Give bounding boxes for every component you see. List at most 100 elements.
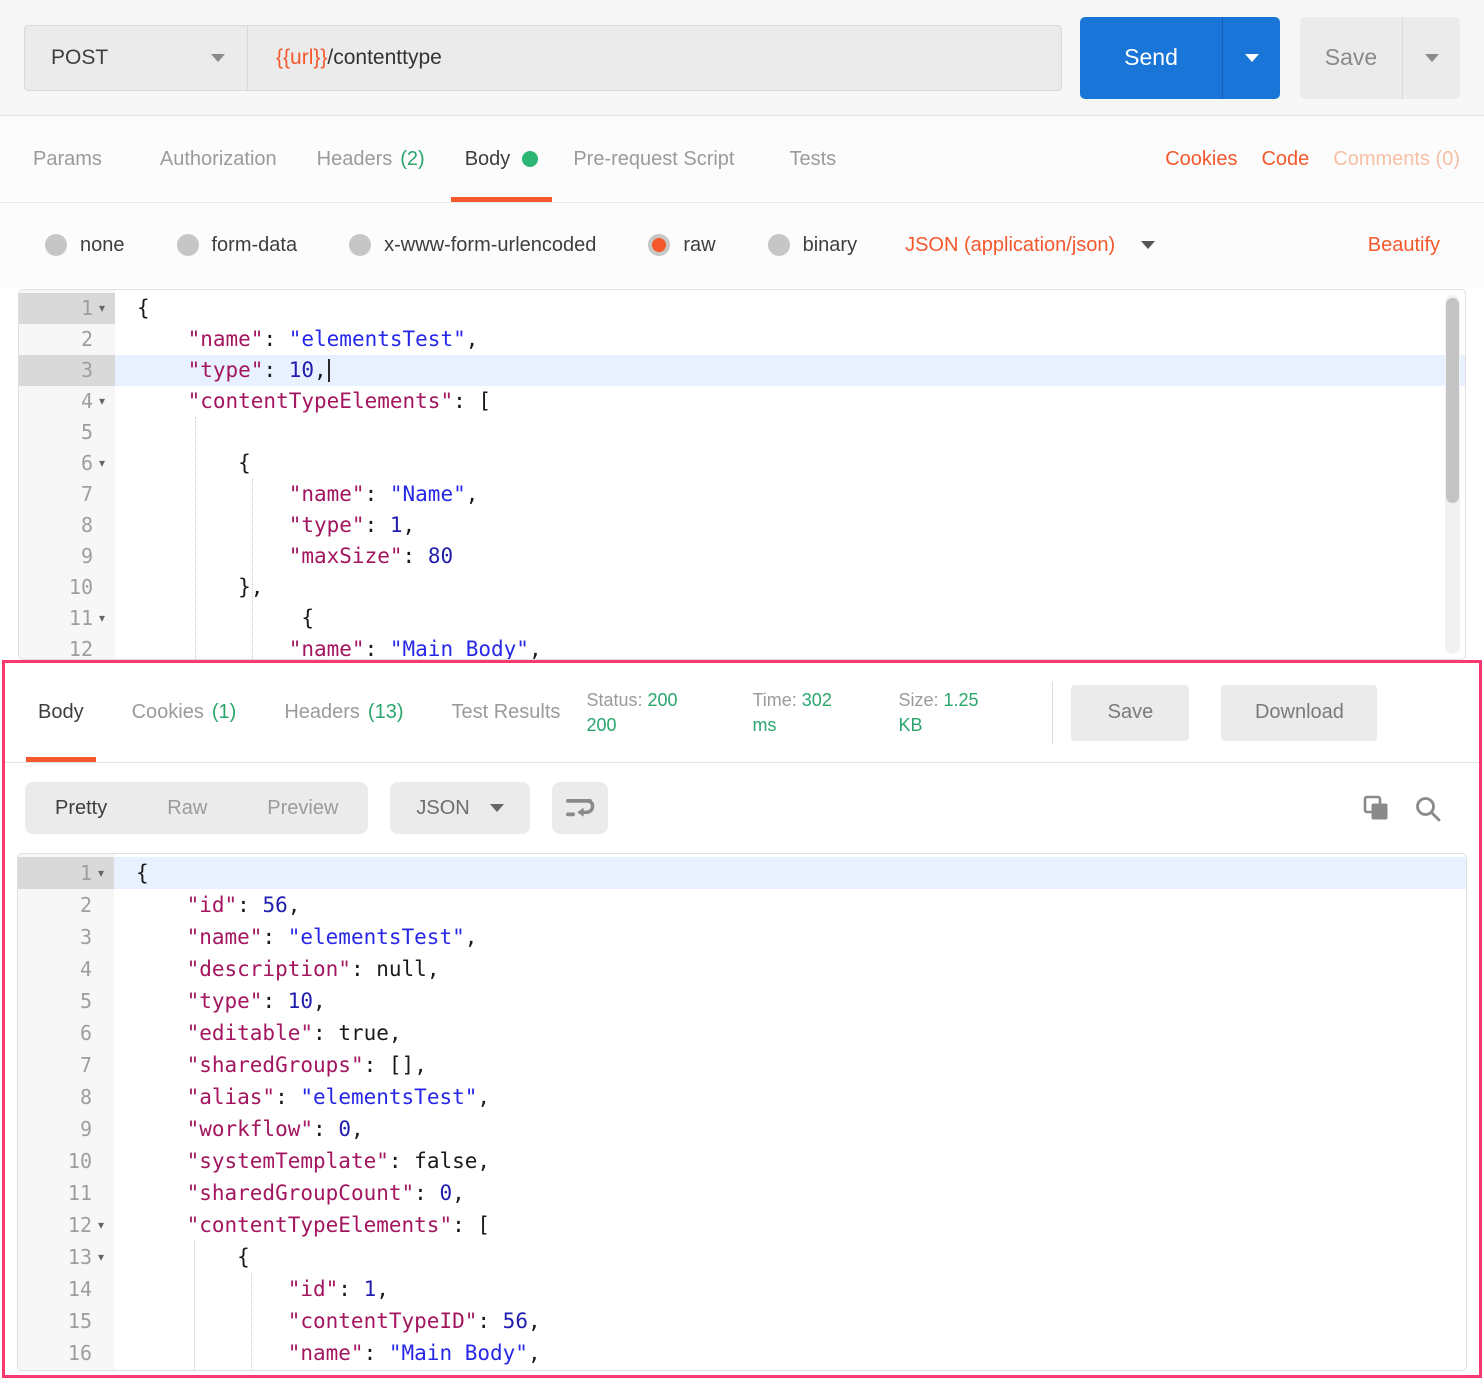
gutter-line-4[interactable]: 4 ▾ [19, 386, 115, 417]
tab-headers[interactable]: Headers (2) [317, 116, 425, 202]
save-request-button[interactable]: Save [1300, 16, 1460, 99]
radio-label: form-data [211, 233, 298, 256]
cookies-link[interactable]: Cookies [1165, 148, 1237, 171]
view-preview[interactable]: Preview [237, 797, 368, 820]
wrap-lines-button[interactable] [551, 782, 608, 834]
gutter-line-13[interactable]: 13 ▾ [18, 1241, 114, 1273]
save-response-button[interactable]: Save [1071, 684, 1190, 741]
request-body-editor[interactable]: 1 ▾ 2 3 4 ▾ 5 6 ▾ 7 8 9 10 11 ▾ 12 { "name": "elementsT… [18, 289, 1466, 660]
format-label: JSON [416, 796, 470, 819]
response-view-toolbar: Pretty Raw Preview JSON [5, 763, 1479, 853]
line-number: 10 [67, 1149, 92, 1173]
code-line-15[interactable]: "contentTypeID": 56, [114, 1305, 1466, 1337]
code-line-11[interactable]: "sharedGroupCount": 0, [114, 1177, 1466, 1209]
body-type-bar: none form-data x-www-form-urlencoded raw… [0, 203, 1484, 287]
code-link[interactable]: Code [1261, 148, 1309, 171]
code-line-2[interactable]: "name": "elementsTest", [115, 324, 1465, 355]
line-number: 7 [79, 1053, 92, 1077]
line-number: 9 [79, 1117, 92, 1141]
gutter-line-6[interactable]: 6 ▾ [19, 448, 115, 479]
code-line-8[interactable]: "alias": "elementsTest", [114, 1081, 1466, 1113]
gutter-line-3: 3 [18, 921, 114, 953]
code-line-4[interactable]: "contentTypeElements": [ [115, 386, 1465, 417]
code-line-5[interactable]: "type": 10, [114, 985, 1466, 1017]
code-line-1[interactable]: { [115, 293, 1465, 324]
send-options-button[interactable] [1222, 16, 1280, 99]
tab-label: Cookies [131, 701, 204, 723]
code-line-3[interactable]: "type": 10, [115, 355, 1465, 386]
code-line-11[interactable]: { [115, 603, 1465, 634]
tab-params[interactable]: Params [33, 116, 102, 202]
radio-none[interactable]: none [45, 234, 125, 257]
line-number: 14 [67, 1277, 92, 1301]
gutter-line-1[interactable]: 1 ▾ [18, 857, 114, 889]
response-tab-headers[interactable]: Headers (13) [284, 663, 403, 762]
scrollbar-thumb[interactable] [1446, 298, 1459, 503]
download-response-button[interactable]: Download [1221, 684, 1378, 741]
response-editor-code[interactable]: { "id": 56, "name": "elementsTest", "des… [114, 854, 1466, 1370]
fold-arrow-icon[interactable]: ▾ [93, 293, 111, 324]
save-options-button[interactable] [1402, 16, 1460, 99]
tab-pre-request-script[interactable]: Pre-request Script [573, 116, 734, 202]
response-tab-test-results[interactable]: Test Results [452, 663, 561, 762]
tab-body[interactable]: Body [450, 116, 552, 202]
code-line-7[interactable]: "name": "Name", [115, 479, 1465, 510]
code-line-1[interactable]: { [114, 857, 1466, 889]
radio-x-www-form-urlencoded[interactable]: x-www-form-urlencoded [349, 234, 596, 257]
code-line-9[interactable]: "maxSize": 80 [115, 541, 1465, 572]
method-select[interactable]: POST [24, 24, 248, 91]
fold-arrow-icon[interactable]: ▾ [93, 603, 111, 634]
code-line-3[interactable]: "name": "elementsTest", [114, 921, 1466, 953]
tab-authorization[interactable]: Authorization [160, 116, 277, 202]
code-line-9[interactable]: "workflow": 0, [114, 1113, 1466, 1145]
view-pretty[interactable]: Pretty [25, 797, 137, 820]
radio-label: binary [802, 233, 858, 256]
code-line-10[interactable]: }, [115, 572, 1465, 603]
tab-count: (2) [400, 147, 425, 170]
code-line-6[interactable]: { [115, 448, 1465, 479]
code-line-12[interactable]: "contentTypeElements": [ [114, 1209, 1466, 1241]
search-button[interactable] [1414, 795, 1441, 822]
fold-arrow-icon[interactable]: ▾ [93, 448, 111, 479]
response-tab-body[interactable]: Body [26, 663, 96, 762]
code-line-6[interactable]: "editable": true, [114, 1017, 1466, 1049]
copy-button[interactable] [1363, 795, 1390, 822]
gutter-line-11[interactable]: 11 ▾ [19, 603, 115, 634]
send-button[interactable]: Send [1080, 16, 1280, 99]
code-line-7[interactable]: "sharedGroups": [], [114, 1049, 1466, 1081]
request-editor-code[interactable]: { "name": "elementsTest", "type": 10, "c… [115, 290, 1465, 659]
content-type-select[interactable]: JSON (application/json) [905, 234, 1156, 257]
view-raw[interactable]: Raw [137, 797, 237, 820]
radio-raw[interactable]: raw [648, 234, 716, 257]
line-number: 5 [80, 420, 93, 444]
line-number: 6 [80, 451, 93, 475]
radio-binary[interactable]: binary [767, 233, 858, 257]
code-line-16[interactable]: "name": "Main Body", [114, 1337, 1466, 1369]
response-format-select[interactable]: JSON [390, 782, 530, 834]
response-tab-cookies[interactable]: Cookies (1) [132, 663, 237, 762]
code-line-8[interactable]: "type": 1, [115, 510, 1465, 541]
fold-arrow-icon[interactable]: ▾ [92, 1209, 110, 1241]
comments-link[interactable]: Comments (0) [1333, 148, 1460, 171]
code-line-13[interactable]: { [114, 1241, 1466, 1273]
url-input[interactable]: {{url}}/contenttype [248, 24, 1062, 91]
code-line-4[interactable]: "description": null, [114, 953, 1466, 985]
code-line-12[interactable]: "name": "Main Body", [115, 634, 1465, 659]
button-label: Save [1107, 701, 1154, 723]
code-line-2[interactable]: "id": 56, [114, 889, 1466, 921]
code-line-10[interactable]: "systemTemplate": false, [114, 1145, 1466, 1177]
url-variable: {{url}} [276, 45, 328, 69]
response-body-editor[interactable]: 1 ▾ 2 3 4 5 6 7 8 9 10 11 12 ▾ 13 ▾ 14 15 16 { "id": 56, "… [17, 853, 1467, 1371]
radio-form-data[interactable]: form-data [176, 233, 298, 257]
tab-tests[interactable]: Tests [789, 116, 836, 202]
request-url-bar: POST {{url}}/contenttype Send Save [0, 0, 1484, 116]
gutter-line-1[interactable]: 1 ▾ [19, 293, 115, 324]
fold-arrow-icon[interactable]: ▾ [93, 386, 111, 417]
code-line-14[interactable]: "id": 1, [114, 1273, 1466, 1305]
fold-arrow-icon[interactable]: ▾ [92, 857, 110, 889]
fold-arrow-icon[interactable]: ▾ [92, 1241, 110, 1273]
beautify-link[interactable]: Beautify [1368, 234, 1440, 257]
code-line-5[interactable] [115, 417, 1465, 448]
vertical-scrollbar[interactable] [1445, 295, 1460, 654]
gutter-line-12[interactable]: 12 ▾ [18, 1209, 114, 1241]
